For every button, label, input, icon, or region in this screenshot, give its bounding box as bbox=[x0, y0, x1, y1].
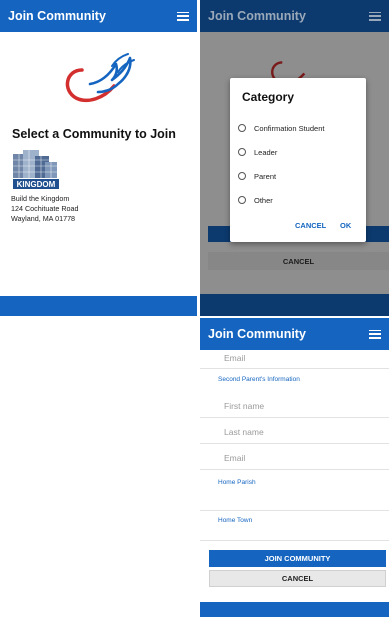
address-line-1: Build the Kingdom bbox=[11, 194, 70, 203]
app-title: Join Community bbox=[208, 327, 306, 341]
dialog-ok-button[interactable]: OK bbox=[340, 221, 351, 230]
radio-icon bbox=[238, 148, 246, 156]
option-parent[interactable]: Parent bbox=[238, 169, 276, 183]
join-form-screen: Join Community Email Second Parent's Inf… bbox=[200, 318, 389, 617]
cancel-button[interactable]: CANCEL bbox=[209, 570, 386, 587]
app-bar: Join Community bbox=[200, 318, 389, 350]
home-parish-field[interactable] bbox=[200, 488, 389, 511]
dove-logo-icon bbox=[65, 53, 135, 103]
option-confirmation-student[interactable]: Confirmation Student bbox=[238, 121, 324, 135]
first-name-field[interactable]: First name bbox=[200, 391, 389, 418]
section-second-parent: Second Parent's Information bbox=[218, 376, 300, 383]
app-title: Join Community bbox=[8, 9, 106, 23]
home-town-field[interactable] bbox=[200, 526, 389, 541]
community-address[interactable]: Build the Kingdom 124 Cochituate Road Wa… bbox=[11, 194, 79, 224]
app-bar: Join Community bbox=[0, 0, 197, 32]
bottom-bar bbox=[200, 602, 389, 617]
option-label: Parent bbox=[254, 171, 277, 181]
option-label: Other bbox=[254, 195, 273, 205]
email-placeholder: Email bbox=[224, 353, 246, 363]
community-logo[interactable]: KINGDOM bbox=[11, 148, 61, 190]
email-field-2[interactable]: Email bbox=[200, 443, 389, 470]
radio-icon bbox=[238, 172, 246, 180]
address-line-3: Wayland, MA 01778 bbox=[11, 214, 76, 223]
home-town-label: Home Town bbox=[218, 517, 253, 524]
app-bar: Join Community bbox=[200, 0, 389, 32]
category-dialog-screen: CANCEL Join Community Category Confirmat… bbox=[200, 0, 389, 316]
category-dialog: Category Confirmation Student Leader Par… bbox=[230, 78, 366, 242]
hamburger-icon[interactable] bbox=[177, 11, 189, 21]
kingdom-logo-icon: KINGDOM bbox=[13, 150, 59, 189]
hamburger-icon[interactable] bbox=[369, 11, 381, 21]
option-other[interactable]: Other bbox=[238, 193, 273, 207]
home-parish-label: Home Parish bbox=[218, 479, 256, 486]
option-leader[interactable]: Leader bbox=[238, 145, 277, 159]
radio-icon bbox=[238, 124, 246, 132]
join-community-button[interactable]: JOIN COMMUNITY bbox=[209, 550, 386, 567]
last-name-placeholder: Last name bbox=[224, 427, 264, 437]
option-label: Leader bbox=[254, 147, 278, 157]
bottom-bar bbox=[0, 296, 197, 316]
first-name-placeholder: First name bbox=[224, 401, 265, 411]
email-field[interactable]: Email bbox=[200, 350, 389, 369]
logo-text: KINGDOM bbox=[17, 180, 56, 189]
page-title: Select a Community to Join bbox=[12, 127, 176, 141]
last-name-field[interactable]: Last name bbox=[200, 417, 389, 444]
dialog-cancel-button[interactable]: CANCEL bbox=[295, 221, 326, 230]
email2-placeholder: Email bbox=[224, 453, 246, 463]
dialog-title: Category bbox=[242, 90, 295, 104]
app-title: Join Community bbox=[208, 9, 306, 23]
hamburger-icon[interactable] bbox=[369, 329, 381, 339]
address-line-2: 124 Cochituate Road bbox=[11, 204, 79, 213]
radio-icon bbox=[238, 196, 246, 204]
option-label: Confirmation Student bbox=[254, 123, 325, 133]
select-community-screen: Join Community Select a Community to Joi… bbox=[0, 0, 197, 316]
